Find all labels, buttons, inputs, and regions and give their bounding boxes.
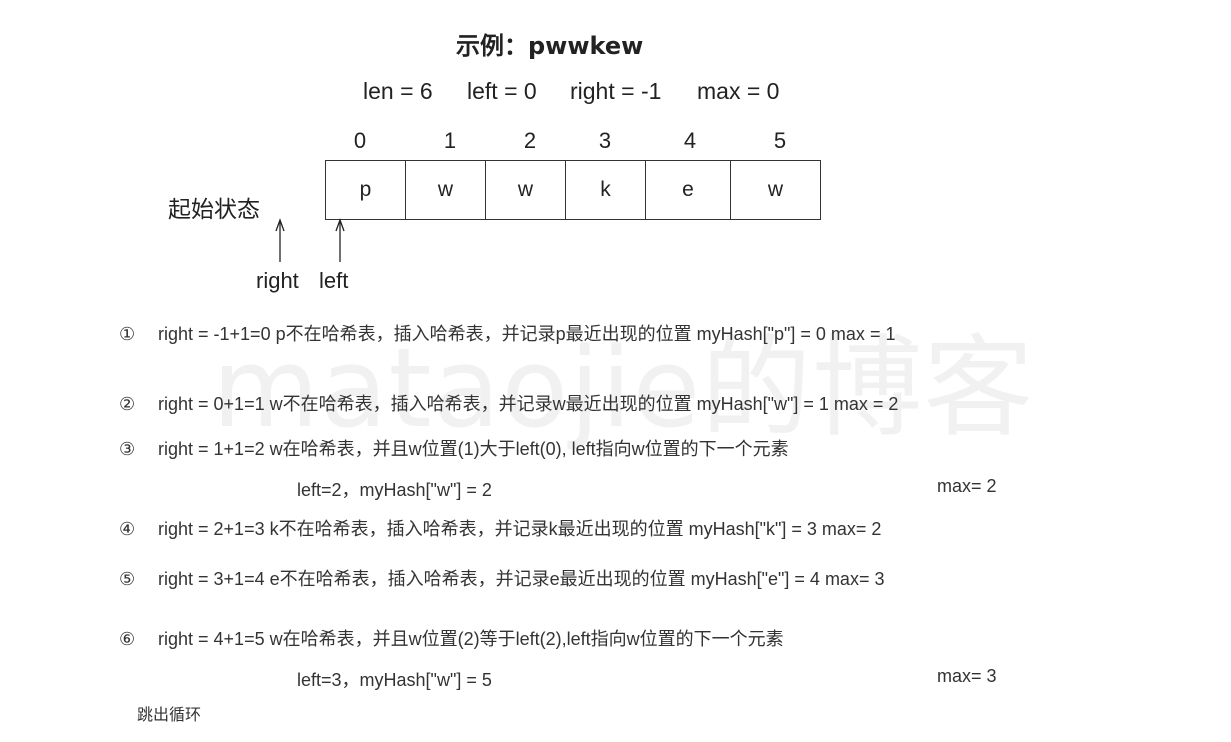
step-number: ⑤ xyxy=(119,569,136,589)
step-text: right = 1+1=2 w在哈希表，并且w位置(1)大于left(0), l… xyxy=(158,439,789,459)
left-pointer-label: left xyxy=(319,268,349,293)
step-row: ④ right = 2+1=3 k不在哈希表，插入哈希表，并记录k最近出现的位置 … xyxy=(119,515,881,541)
step-text: right = 0+1=1 w不在哈希表，插入哈希表，并记录w最近出现的位置 m… xyxy=(158,394,899,414)
step-row: ① right = -1+1=0 p不在哈希表，插入哈希表，并记录p最近出现的位置… xyxy=(119,320,895,346)
step-row: ⑥ right = 4+1=5 w在哈希表，并且w位置(2)等于left(2),l… xyxy=(119,625,784,651)
step-text: right = 3+1=4 e不在哈希表，插入哈希表，并记录e最近出现的位置 m… xyxy=(158,569,885,589)
exit-loop-label: 跳出循环 xyxy=(137,705,202,724)
step-number: ① xyxy=(119,324,136,344)
step-number: ⑥ xyxy=(119,629,136,649)
step-text: right = 4+1=5 w在哈希表，并且w位置(2)等于left(2),le… xyxy=(158,629,784,649)
step-max: max= 2 xyxy=(937,476,997,496)
step-sub-text: left=2，myHash["w"] = 2 xyxy=(297,480,492,500)
step-row: ⑤ right = 3+1=4 e不在哈希表，插入哈希表，并记录e最近出现的位置 … xyxy=(119,565,884,591)
step-max: max= 3 xyxy=(937,666,997,686)
step-row: ③ right = 1+1=2 w在哈希表，并且w位置(1)大于left(0), … xyxy=(119,435,789,461)
step-row: ② right = 0+1=1 w不在哈希表，插入哈希表，并记录w最近出现的位置 … xyxy=(119,390,898,416)
step-text: right = 2+1=3 k不在哈希表，插入哈希表，并记录k最近出现的位置 m… xyxy=(158,519,882,539)
right-pointer-label: right xyxy=(256,268,299,293)
diagram-canvas: mataojie的博客 示例：pwwkew len = 6 left = 0 r… xyxy=(0,0,1231,742)
step-sub-text: left=3，myHash["w"] = 5 xyxy=(297,670,492,690)
step-number: ② xyxy=(119,394,136,414)
step-text: right = -1+1=0 p不在哈希表，插入哈希表，并记录p最近出现的位置 … xyxy=(158,324,896,344)
step-number: ③ xyxy=(119,439,136,459)
step-number: ④ xyxy=(119,519,136,539)
